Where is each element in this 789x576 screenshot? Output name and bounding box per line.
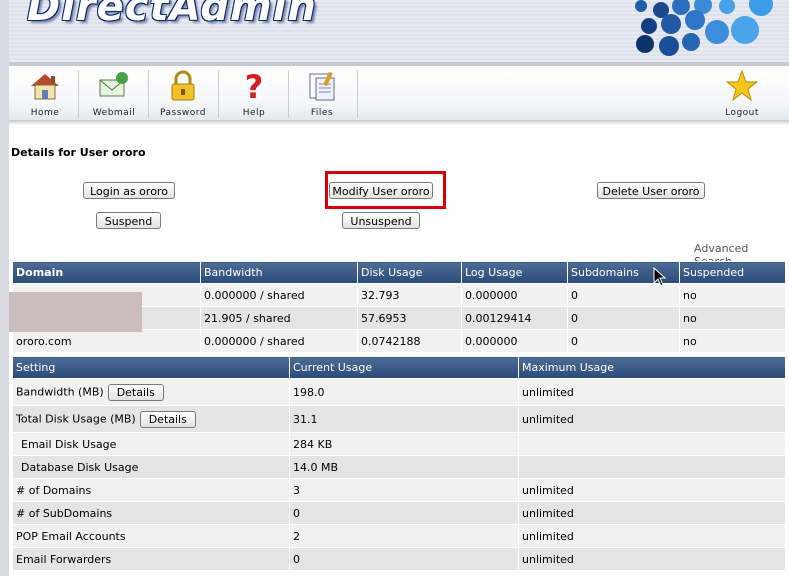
column-header-setting: Setting <box>12 356 290 379</box>
disk-cell: 57.6953 <box>357 306 462 330</box>
page-title: Details for User ororo <box>11 146 146 159</box>
table-row: POP Email Accounts 2 unlimited <box>12 524 786 548</box>
column-header-current-usage: Current Usage <box>289 356 519 379</box>
star-icon <box>725 69 759 102</box>
max-usage-cell: unlimited <box>518 378 786 406</box>
setting-cell: POP Email Accounts <box>12 524 290 548</box>
max-usage-cell: unlimited <box>518 478 786 502</box>
toolbar-shadow <box>9 120 789 125</box>
max-usage-cell <box>518 455 786 479</box>
toolbar-divider <box>78 70 79 118</box>
question-mark-icon: ? <box>245 68 264 104</box>
app-header: DirectAdmin <box>9 0 789 62</box>
toolbar-home[interactable]: Home <box>19 66 71 120</box>
main-toolbar: Home Webmail Password ? Help Files Logou… <box>9 66 789 120</box>
logo-bubbles-icon <box>635 0 773 56</box>
column-header-suspended[interactable]: Suspended <box>679 261 786 284</box>
table-row: Total Disk Usage (MB) Details 31.1 unlimi… <box>12 405 786 433</box>
log-cell: 0.00129414 <box>461 306 568 330</box>
suspended-cell: no <box>679 329 786 353</box>
bandwidth-cell: 0.000000 / shared <box>200 329 358 353</box>
max-usage-cell: unlimited <box>518 501 786 525</box>
toolbar-divider <box>218 70 219 118</box>
subdomains-cell: 0 <box>567 329 680 353</box>
subdomains-cell: 0 <box>567 306 680 330</box>
table-row: Email Disk Usage 284 KB <box>12 432 786 456</box>
table-row: Database Disk Usage 14.0 MB <box>12 455 786 479</box>
toolbar-divider <box>288 70 289 118</box>
redacted-domains <box>9 292 142 332</box>
toolbar-help[interactable]: ? Help <box>228 66 280 120</box>
files-icon <box>309 71 335 101</box>
toolbar-divider <box>148 70 149 118</box>
setting-cell: Bandwidth (MB) Details <box>12 378 290 406</box>
setting-cell: Total Disk Usage (MB) Details <box>12 405 290 433</box>
mouse-cursor-icon <box>653 267 667 287</box>
table-row: Bandwidth (MB) Details 198.0 unlimited <box>12 378 786 406</box>
max-usage-cell: unlimited <box>518 405 786 433</box>
table-row: Email Forwarders 0 unlimited <box>12 547 786 571</box>
current-usage-cell: 284 KB <box>289 432 519 456</box>
toolbar-files[interactable]: Files <box>296 66 348 120</box>
domain-cell[interactable]: ororo.com <box>12 329 201 353</box>
window-frame-left <box>0 0 9 576</box>
column-header-domain[interactable]: Domain <box>12 261 201 284</box>
padlock-icon <box>171 70 195 101</box>
column-header-bandwidth[interactable]: Bandwidth <box>200 261 358 284</box>
current-usage-cell: 31.1 <box>289 405 519 433</box>
usage-table: Setting Current Usage Maximum Usage Band… <box>12 356 786 571</box>
current-usage-cell: 14.0 MB <box>289 455 519 479</box>
toolbar-logout[interactable]: Logout <box>716 66 768 120</box>
table-row: # of Domains 3 unlimited <box>12 478 786 502</box>
column-header-maximum-usage: Maximum Usage <box>518 356 786 379</box>
setting-cell: Database Disk Usage <box>12 455 290 479</box>
setting-label: Bandwidth (MB) <box>16 385 104 398</box>
current-usage-cell: 3 <box>289 478 519 502</box>
svg-text:?: ? <box>245 68 264 104</box>
log-cell: 0.000000 <box>461 329 568 353</box>
current-usage-cell: 0 <box>289 547 519 571</box>
mail-icon <box>99 72 128 97</box>
setting-label: Total Disk Usage (MB) <box>16 412 136 425</box>
max-usage-cell: unlimited <box>518 524 786 548</box>
table-row: ororo.com 0.000000 / shared 0.0742188 0.… <box>12 329 786 353</box>
toolbar-divider <box>357 70 358 118</box>
unsuspend-button[interactable]: Unsuspend <box>342 212 420 229</box>
disk-usage-details-button[interactable]: Details <box>139 410 196 428</box>
highlight-box <box>325 171 446 209</box>
bandwidth-cell: 0.000000 / shared <box>200 283 358 307</box>
disk-cell: 32.793 <box>357 283 462 307</box>
log-cell: 0.000000 <box>461 283 568 307</box>
setting-cell: Email Forwarders <box>12 547 290 571</box>
table-header-row: Domain Bandwidth Disk Usage Log Usage Su… <box>12 261 786 284</box>
current-usage-cell: 2 <box>289 524 519 548</box>
table-row: # of SubDomains 0 unlimited <box>12 501 786 525</box>
delete-user-button[interactable]: Delete User ororo <box>597 182 705 199</box>
setting-cell: Email Disk Usage <box>12 432 290 456</box>
suspended-cell: no <box>679 283 786 307</box>
max-usage-cell <box>518 432 786 456</box>
disk-cell: 0.0742188 <box>357 329 462 353</box>
setting-cell: # of Domains <box>12 478 290 502</box>
suspend-button[interactable]: Suspend <box>96 212 161 229</box>
max-usage-cell: unlimited <box>518 547 786 571</box>
column-header-log-usage[interactable]: Log Usage <box>461 261 568 284</box>
logo: DirectAdmin <box>27 0 317 30</box>
current-usage-cell: 0 <box>289 501 519 525</box>
column-header-disk-usage[interactable]: Disk Usage <box>357 261 462 284</box>
toolbar-password[interactable]: Password <box>157 66 209 120</box>
table-header-row: Setting Current Usage Maximum Usage <box>12 356 786 379</box>
house-icon <box>31 74 59 100</box>
login-as-button[interactable]: Login as ororo <box>83 182 175 199</box>
suspended-cell: no <box>679 306 786 330</box>
setting-cell: # of SubDomains <box>12 501 290 525</box>
toolbar-webmail[interactable]: Webmail <box>88 66 140 120</box>
current-usage-cell: 198.0 <box>289 378 519 406</box>
bandwidth-cell: 21.905 / shared <box>200 306 358 330</box>
bandwidth-details-button[interactable]: Details <box>107 383 164 401</box>
